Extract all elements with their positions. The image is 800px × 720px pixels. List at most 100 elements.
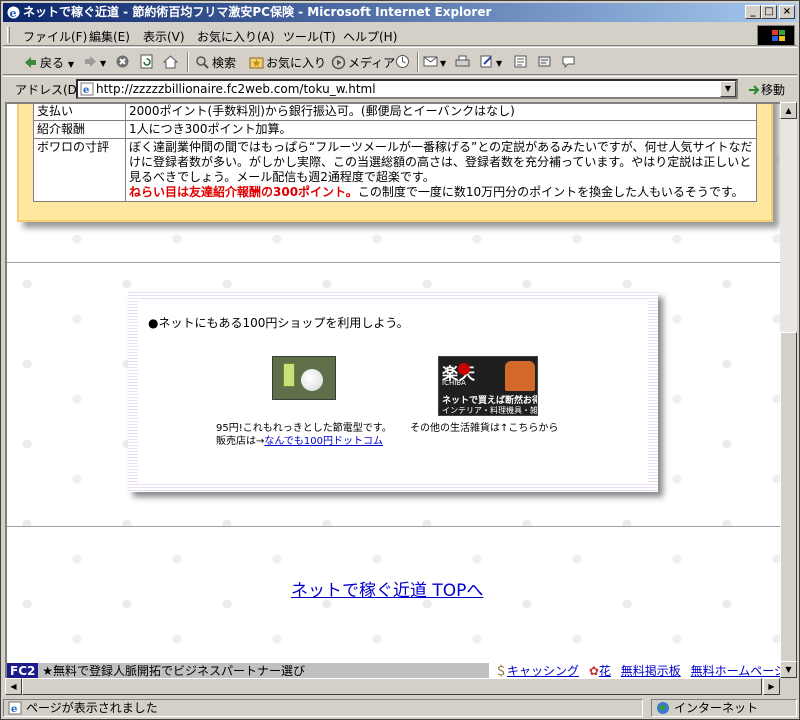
status-bar: e ページが表示されました インターネット [3, 697, 799, 719]
flower-icon: ✿ [588, 664, 599, 678]
address-bar: アドレス(D) e http://zzzzzbillionaire.fc2web… [3, 76, 797, 100]
rakuten-banner[interactable]: 楽天 ICHIBA ネットで買えば断然お得! インテリア・料理機具・雑貨 [438, 356, 538, 416]
table-value: ぼく達副業仲間の間ではもっぱら“フルーツメールが一番稼げる”との定説があるみたい… [125, 138, 757, 202]
menu-view[interactable]: 表示(V) [143, 28, 185, 45]
windows-logo-icon [757, 25, 795, 46]
toolbar-separator [417, 52, 419, 72]
messenger-icon [538, 56, 551, 67]
search-button[interactable]: 検索 [195, 54, 236, 71]
back-arrow-icon [25, 57, 36, 68]
research-button[interactable] [561, 54, 578, 69]
info-frame: 支払い 2000ポイント(手数料別)から銀行振込可。(郵便局とイーバンクはなし)… [17, 104, 773, 222]
messenger-button[interactable] [537, 54, 554, 69]
product-caption-prefix: 販売店は→ [216, 436, 265, 447]
title-bar: e ネットで稼ぐ近道 - 節約術百均フリマ激安PC保険 - Microsoft … [3, 3, 797, 22]
scroll-right-button[interactable]: ▶ [763, 678, 780, 695]
browser-window: e ネットで稼ぐ近道 - 節約術百均フリマ激安PC保険 - Microsoft … [0, 0, 800, 720]
svg-text:e: e [11, 704, 17, 715]
svg-text:e: e [83, 85, 89, 96]
back-button[interactable]: 戻る ▼ [23, 54, 74, 71]
link-cashing[interactable]: キャッシング [507, 664, 579, 678]
menu-tools[interactable]: ツール(T) [283, 28, 336, 45]
shop-link[interactable]: なんでも100円ドットコム [264, 436, 383, 447]
edit-icon [480, 55, 492, 68]
table-key: 支払い [33, 104, 126, 121]
print-icon [455, 55, 470, 67]
scroll-down-button[interactable]: ▼ [780, 661, 797, 678]
horizontal-scrollbar[interactable]: ◀ ▶ [5, 678, 780, 695]
menu-file[interactable]: ファイル(F) [23, 28, 87, 45]
history-icon [396, 55, 409, 68]
go-label: 移動 [761, 83, 786, 97]
print-button[interactable] [455, 54, 472, 69]
media-button[interactable]: メディア [331, 54, 395, 71]
refresh-button[interactable] [139, 54, 156, 69]
svg-text:e: e [10, 7, 17, 20]
mail-button[interactable]: ▼ [423, 54, 446, 69]
address-input[interactable]: e http://zzzzzbillionaire.fc2web.com/tok… [76, 79, 738, 99]
fc2-ad-text: ★無料で登録人脈開拓でビジネスパートナー選び [42, 664, 305, 678]
zone-text: インターネット [674, 701, 759, 715]
fc2-links: ＄キャッシング ✿花 無料掲示板 無料ホームページ [495, 663, 780, 678]
minimize-button[interactable]: _ [745, 5, 761, 19]
table-row: ボワロの寸評 ぼく達副業仲間の間ではもっぱら“フルーツメールが一番稼げる”との定… [33, 138, 757, 202]
menu-favorites[interactable]: お気に入り(A) [197, 28, 275, 45]
review-text-end: この制度で一度に数10万円分のポイントを換金した人もいるそうです。 [357, 185, 744, 199]
vertical-scrollbar[interactable]: ▲ ▼ [780, 102, 797, 678]
link-free-homepage[interactable]: 無料ホームページ [691, 664, 780, 678]
search-icon [196, 56, 209, 69]
table-key: 紹介報酬 [33, 120, 126, 139]
scroll-left-button[interactable]: ◀ [5, 678, 22, 695]
table-value: 1人につき300ポイント加算。 [125, 120, 757, 139]
history-button[interactable] [395, 54, 412, 69]
stop-button[interactable] [115, 54, 132, 69]
scroll-thumb[interactable] [780, 332, 797, 662]
table-value: 2000ポイント(手数料別)から銀行振込可。(郵便局とイーバンクはなし) [125, 104, 757, 121]
ie-icon: e [7, 6, 20, 20]
top-page-link[interactable]: ネットで稼ぐ近道 TOPへ [291, 576, 483, 601]
back-label: 戻る [40, 56, 65, 70]
home-icon [163, 55, 178, 69]
mail-icon [423, 56, 438, 67]
status-text: ページが表示されました [26, 701, 158, 715]
link-flower[interactable]: 花 [599, 664, 611, 678]
page-viewport[interactable]: 支払い 2000ポイント(手数料別)から銀行振込可。(郵便局とイーバンクはなし)… [5, 102, 780, 678]
home-button[interactable] [163, 54, 180, 69]
link-free-bbs[interactable]: 無料掲示板 [621, 664, 681, 678]
stop-icon [116, 55, 129, 68]
discuss-button[interactable] [513, 54, 530, 69]
money-bag-icon: ＄ [495, 664, 508, 678]
status-left: e ページが表示されました [3, 699, 643, 717]
product-caption: 95円!これもれっきとした節電型です。 販売店は→なんでも100円ドットコム [216, 422, 392, 448]
forward-button[interactable]: ▼ [83, 54, 106, 69]
divider [7, 526, 780, 528]
menu-edit[interactable]: 編集(E) [89, 28, 130, 45]
grip-handle[interactable] [7, 27, 10, 43]
forward-arrow-icon [85, 56, 96, 67]
discuss-icon [514, 55, 527, 68]
search-label: 検索 [212, 56, 237, 70]
globe-icon [657, 702, 669, 714]
scroll-up-button[interactable]: ▲ [780, 102, 797, 119]
fc2-ad-bar: FC2 ★無料で登録人脈開拓でビジネスパートナー選び ＄キャッシング ✿花 無料… [7, 662, 780, 678]
edit-button[interactable]: ▼ [479, 54, 502, 69]
go-button[interactable]: 移動 [747, 81, 785, 98]
toolbar: 戻る ▼ ▼ 検索 お気に入り メディア ▼ ▼ [3, 47, 797, 75]
fc2-ad[interactable]: FC2 ★無料で登録人脈開拓でビジネスパートナー選び [7, 663, 489, 678]
chair-icon [505, 361, 535, 391]
page-done-icon: e [8, 701, 22, 715]
scroll-thumb[interactable] [22, 678, 762, 695]
page-icon: e [80, 82, 94, 96]
light-bulb-image[interactable] [272, 356, 336, 400]
favorites-icon [249, 57, 264, 69]
shop-heading: ●ネットにもある100円ショップを利用しよう。 [148, 316, 409, 330]
favorites-button[interactable]: お気に入り [249, 54, 326, 71]
maximize-button[interactable]: □ [761, 5, 777, 19]
toolbar-separator [187, 52, 189, 72]
info-table: 支払い 2000ポイント(手数料別)から銀行振込可。(郵便局とイーバンクはなし)… [33, 104, 757, 202]
status-zone: インターネット [651, 699, 797, 717]
window-title: ネットで稼ぐ近道 - 節約術百均フリマ激安PC保険 - Microsoft In… [23, 5, 492, 19]
close-button[interactable]: × [779, 5, 795, 19]
menu-help[interactable]: ヘルプ(H) [343, 28, 397, 45]
address-dropdown-button[interactable]: ▼ [720, 81, 736, 97]
